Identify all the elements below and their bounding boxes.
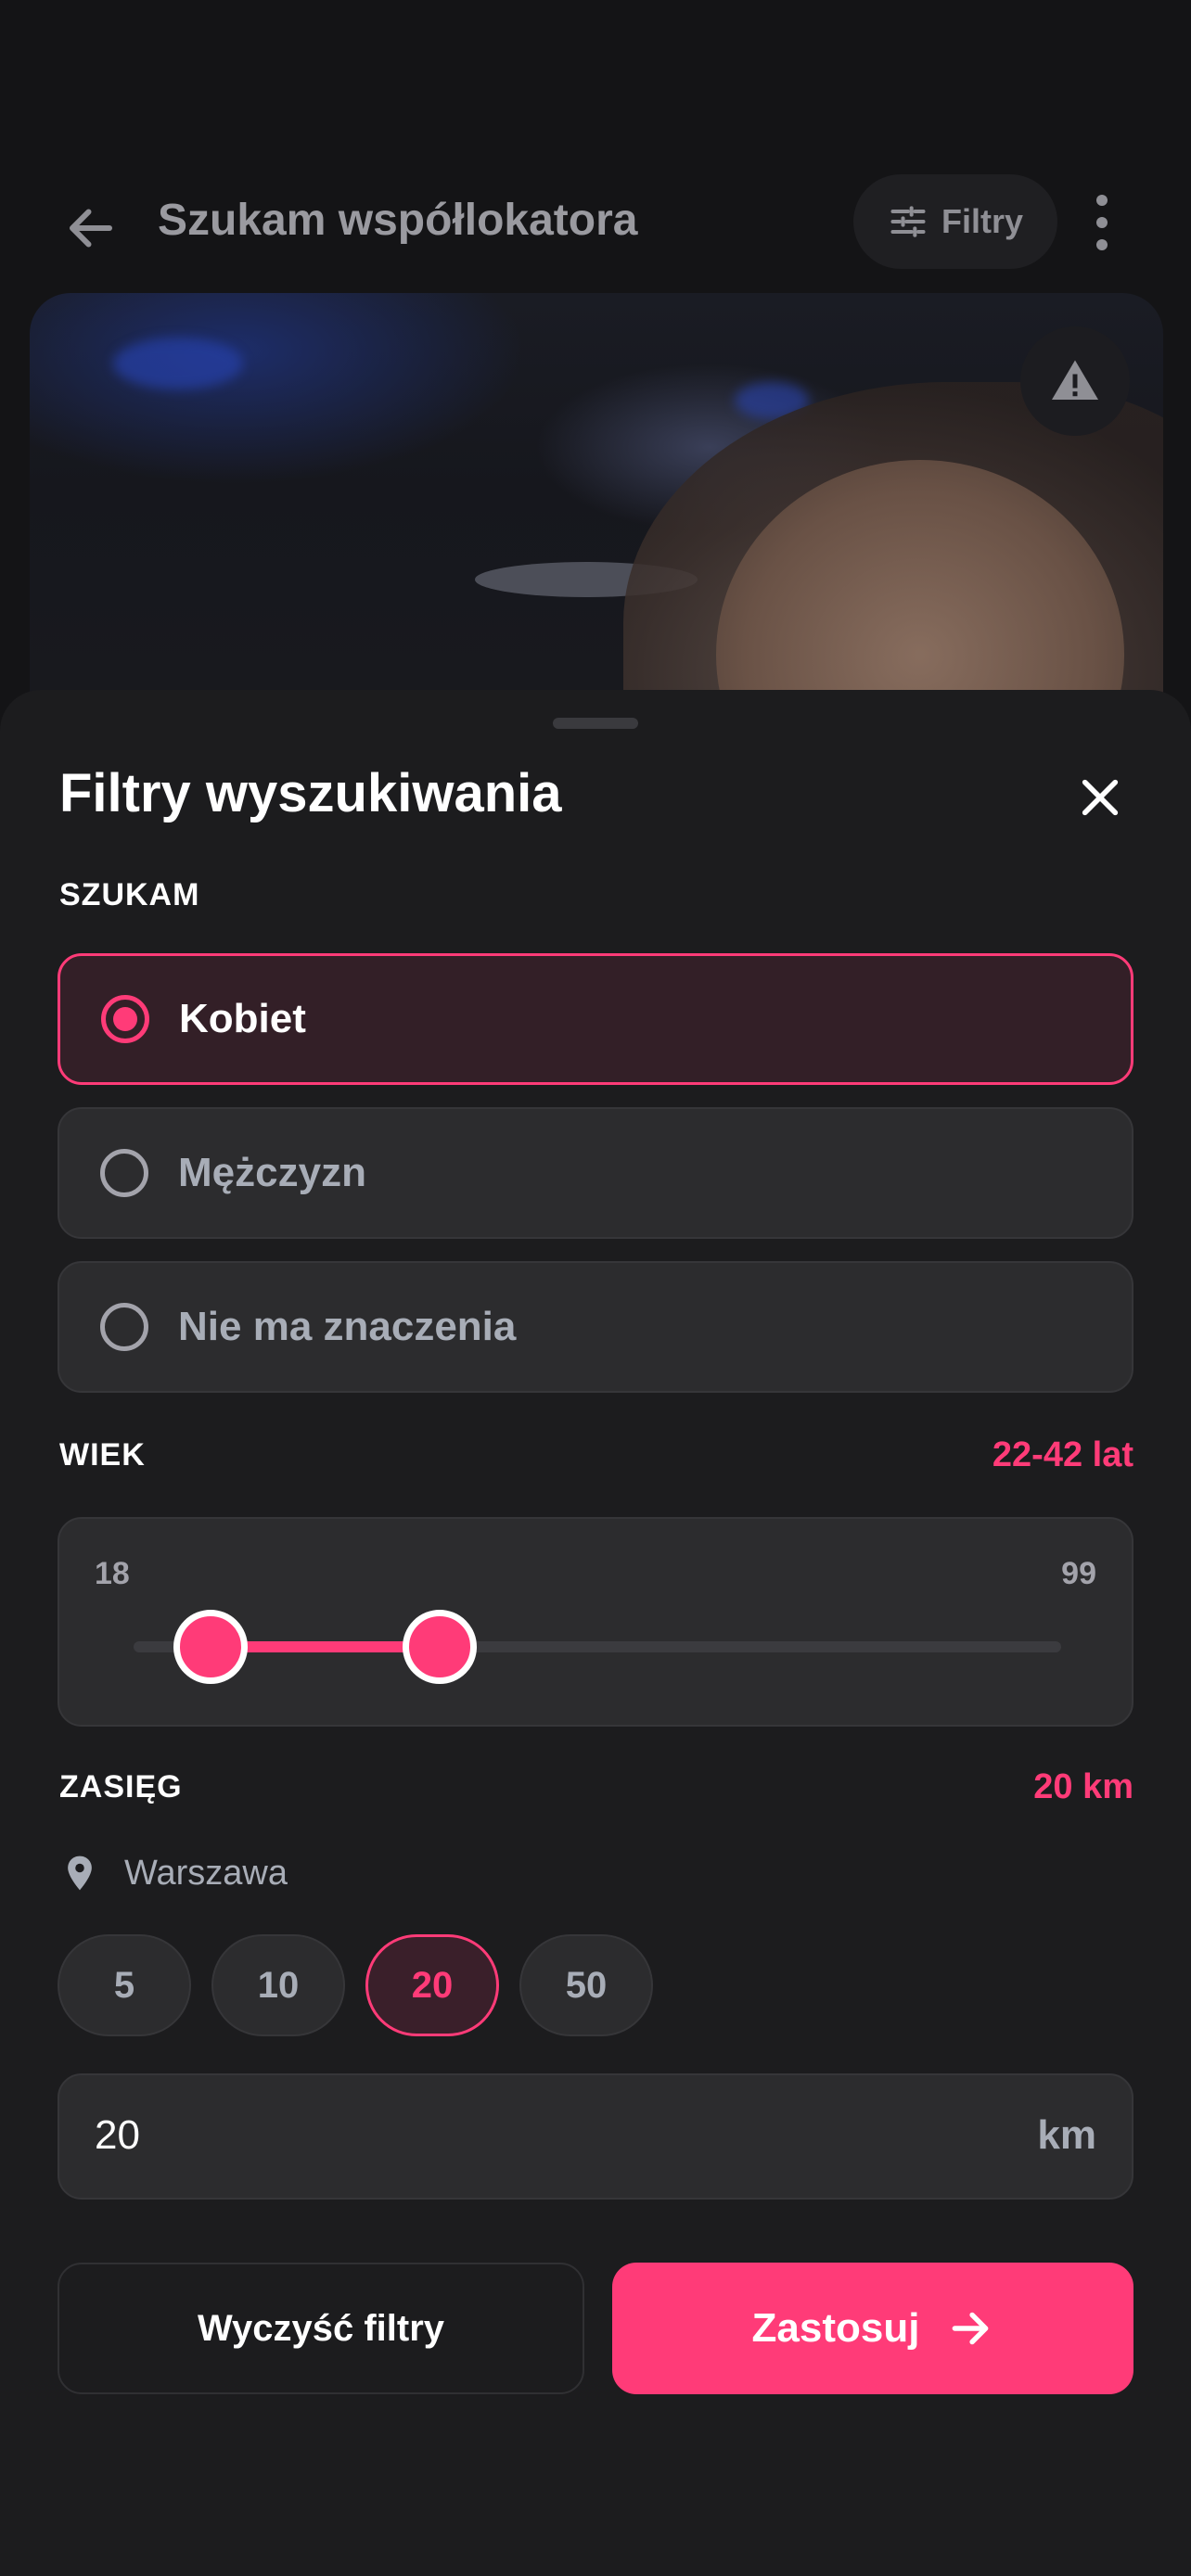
option-label: Kobiet [179, 996, 306, 1041]
age-value: 22-42 lat [992, 1435, 1133, 1474]
filters-button[interactable]: Filtry [853, 174, 1057, 269]
option-men[interactable]: Mężczyzn [58, 1107, 1133, 1239]
background-app: Szukam współlokatora Filtry [0, 0, 1191, 775]
radio-button[interactable] [101, 995, 149, 1043]
apply-button-label: Zastosuj [751, 2305, 920, 2351]
more-dot [1096, 217, 1108, 228]
status-bar [0, 0, 1191, 121]
looking-for-label: SZUKAM [59, 877, 200, 912]
range-chip-50[interactable]: 50 [519, 1934, 653, 2036]
slider-thumb-max[interactable] [403, 1610, 478, 1684]
age-label: WIEK [59, 1437, 146, 1473]
arrow-right-icon [953, 2312, 989, 2345]
arrow-left-icon [70, 209, 112, 248]
more-vertical-icon [1096, 195, 1108, 206]
range-input-unit: km [1037, 2112, 1096, 2158]
page-title: Szukam współlokatora [158, 196, 638, 245]
option-label: Nie ma znaczenia [178, 1304, 517, 1349]
sliders-icon [890, 206, 926, 237]
sheet-handle[interactable] [553, 718, 638, 729]
option-doesnt-matter[interactable]: Nie ma znaczenia [58, 1261, 1133, 1393]
back-button[interactable] [56, 193, 126, 263]
apply-button[interactable]: Zastosuj [612, 2263, 1133, 2394]
range-chip-20[interactable]: 20 [365, 1934, 499, 2036]
slider-track[interactable] [134, 1641, 1061, 1652]
radio-button[interactable] [100, 1149, 148, 1197]
warning-icon [1052, 360, 1098, 400]
radio-button[interactable] [100, 1303, 148, 1351]
range-label: ZASIĘG [59, 1769, 183, 1804]
filters-button-label: Filtry [941, 202, 1023, 240]
close-button[interactable] [1067, 764, 1133, 831]
range-chip-5[interactable]: 5 [58, 1934, 191, 2036]
map-pin-icon [68, 1855, 92, 1891]
more-options-button[interactable] [1085, 195, 1119, 250]
age-range-slider: 18 99 [58, 1517, 1133, 1727]
range-chip-10[interactable]: 10 [211, 1934, 345, 2036]
clear-filters-button[interactable]: Wyczyść filtry [58, 2263, 584, 2394]
range-input-value[interactable]: 20 [95, 2112, 140, 2159]
screen: Szukam współlokatora Filtry Filtry wyszu… [0, 0, 1191, 2576]
close-icon [1082, 779, 1119, 816]
range-input[interactable]: 20 km [58, 2073, 1133, 2200]
range-value: 20 km [1033, 1767, 1133, 1806]
option-women[interactable]: Kobiet [58, 953, 1133, 1085]
filters-sheet: Filtry wyszukiwania SZUKAM Kobiet Mężczy… [0, 690, 1191, 2576]
age-max-label: 99 [1061, 1556, 1096, 1591]
sheet-title: Filtry wyszukiwania [59, 763, 562, 823]
option-label: Mężczyzn [178, 1150, 366, 1195]
report-button[interactable] [1020, 326, 1130, 436]
more-dot [1096, 239, 1108, 250]
location: Warszawa [59, 1851, 288, 1895]
photo-light [113, 338, 243, 389]
slider-thumb-min[interactable] [173, 1610, 249, 1684]
age-min-label: 18 [95, 1556, 130, 1591]
location-name: Warszawa [124, 1853, 288, 1893]
